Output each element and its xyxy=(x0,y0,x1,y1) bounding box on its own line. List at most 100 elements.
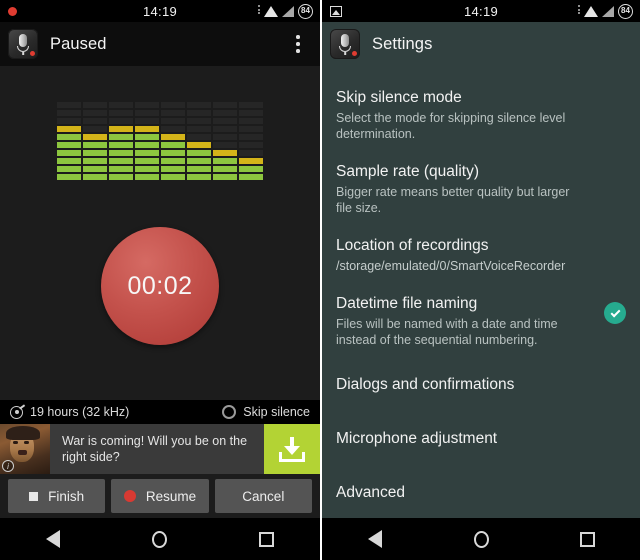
app-bar-title: Paused xyxy=(50,34,107,53)
equalizer-cell xyxy=(135,166,159,172)
equalizer-cell xyxy=(239,166,263,172)
equalizer-cell xyxy=(109,158,133,164)
ad-thumbnail-image: i xyxy=(0,424,50,474)
recorder-body: 00:02 xyxy=(0,66,320,400)
recents-icon xyxy=(579,531,595,547)
equalizer-cell xyxy=(213,150,237,156)
home-icon xyxy=(473,530,489,548)
equalizer-cell xyxy=(57,110,81,116)
equalizer-cell xyxy=(161,126,185,132)
equalizer-cell xyxy=(239,110,263,116)
equalizer-cell xyxy=(57,134,81,140)
setting-item-6[interactable]: Microphone adjustment xyxy=(322,412,640,466)
right-navigation-bar xyxy=(322,518,640,560)
equalizer-cell xyxy=(83,126,107,132)
equalizer-cell xyxy=(213,126,237,132)
equalizer-cell xyxy=(213,158,237,164)
equalizer-cell xyxy=(135,142,159,148)
cellular-signal-icon xyxy=(281,5,294,17)
setting-item-4[interactable]: Datetime file naming Files will be named … xyxy=(322,284,640,358)
equalizer-cell xyxy=(161,166,185,172)
setting-item-1[interactable]: Skip silence mode Select the mode for ski… xyxy=(322,78,640,152)
equalizer-cell xyxy=(239,158,263,164)
equalizer-cell xyxy=(83,142,107,148)
equalizer-cell xyxy=(83,134,107,140)
equalizer-cell xyxy=(187,134,211,140)
cancel-button-label: Cancel xyxy=(242,488,285,504)
finish-button[interactable]: Finish xyxy=(8,479,106,513)
cancel-button[interactable]: Cancel xyxy=(214,479,312,513)
equalizer-cell xyxy=(135,126,159,132)
equalizer-cell xyxy=(57,102,81,108)
microphone-app-icon xyxy=(8,29,38,59)
record-circle-icon xyxy=(123,490,136,502)
download-icon xyxy=(279,436,305,462)
equalizer-cell xyxy=(239,126,263,132)
equalizer-cell xyxy=(239,134,263,140)
setting-title: Skip silence mode xyxy=(336,89,462,106)
equalizer-cell xyxy=(187,166,211,172)
equalizer-cell xyxy=(213,134,237,140)
dual-screenshot: 14:19 84 Paused 00:02 19 hours (32 kHz) … xyxy=(0,0,640,560)
equalizer-cell xyxy=(161,158,185,164)
equalizer-cell xyxy=(187,158,211,164)
equalizer-cell xyxy=(239,150,263,156)
microphone-app-icon xyxy=(330,29,360,59)
setting-subtitle: /storage/emulated/0/SmartVoiceRecorder xyxy=(336,259,566,273)
equalizer-column-6 xyxy=(187,102,211,180)
nav-back-button[interactable] xyxy=(30,518,76,560)
setting-title: Advanced xyxy=(336,484,405,501)
equalizer-cell xyxy=(161,134,185,140)
record-timer-button[interactable]: 00:02 xyxy=(101,227,219,345)
ad-info-icon[interactable]: i xyxy=(2,460,14,472)
resume-button[interactable]: Resume xyxy=(111,479,209,513)
overflow-menu-icon[interactable] xyxy=(288,27,312,61)
equalizer-cell xyxy=(161,118,185,124)
equalizer-cell xyxy=(187,118,211,124)
nav-home-button[interactable] xyxy=(458,518,504,560)
setting-checked-badge[interactable] xyxy=(604,302,626,324)
equalizer-cell xyxy=(109,166,133,172)
equalizer-cell xyxy=(109,102,133,108)
equalizer-grid xyxy=(57,102,263,180)
setting-item-3[interactable]: Location of recordings/storage/emulated/… xyxy=(322,226,640,284)
equalizer-cell xyxy=(135,150,159,156)
equalizer-cell xyxy=(109,110,133,116)
nav-recents-button[interactable] xyxy=(244,518,290,560)
setting-title: Location of recordings xyxy=(336,237,489,254)
nav-back-button[interactable] xyxy=(352,518,398,560)
equalizer-cell xyxy=(83,110,107,116)
equalizer-cell xyxy=(109,118,133,124)
equalizer-cell xyxy=(109,142,133,148)
equalizer-cell xyxy=(83,102,107,108)
skip-silence-label: Skip silence xyxy=(243,405,310,419)
disc-storage-icon xyxy=(10,405,23,419)
setting-title: Sample rate (quality) xyxy=(336,163,480,180)
left-app-bar: Paused xyxy=(0,22,320,66)
equalizer-cell xyxy=(135,102,159,108)
nav-recents-button[interactable] xyxy=(564,518,610,560)
back-icon xyxy=(46,530,61,548)
equalizer-cell xyxy=(161,142,185,148)
wifi-icon xyxy=(578,5,598,17)
setting-subtitle: Bigger rate means better quality but lar… xyxy=(336,185,570,215)
ad-install-button[interactable] xyxy=(264,424,320,474)
ad-banner[interactable]: i War is coming! Will you be on the righ… xyxy=(0,424,320,474)
ad-text: War is coming! Will you be on the right … xyxy=(50,424,264,474)
setting-item-5[interactable]: Dialogs and confirmations xyxy=(322,358,640,412)
timer-area: 00:02 xyxy=(0,180,320,400)
equalizer-cell xyxy=(57,118,81,124)
equalizer-cell xyxy=(239,142,263,148)
equalizer-cell xyxy=(213,118,237,124)
left-navigation-bar xyxy=(0,518,320,560)
equalizer-cell xyxy=(135,134,159,140)
equalizer-cell xyxy=(187,126,211,132)
skip-silence-toggle[interactable]: Skip silence xyxy=(222,405,310,419)
check-icon xyxy=(610,307,620,317)
equalizer-column-3 xyxy=(109,102,133,180)
setting-item-7[interactable]: Advanced xyxy=(322,466,640,518)
skip-silence-radio-icon[interactable] xyxy=(222,405,237,419)
equalizer-column-1 xyxy=(57,102,81,180)
nav-home-button[interactable] xyxy=(137,518,183,560)
setting-item-2[interactable]: Sample rate (quality) Bigger rate means b… xyxy=(322,152,640,226)
